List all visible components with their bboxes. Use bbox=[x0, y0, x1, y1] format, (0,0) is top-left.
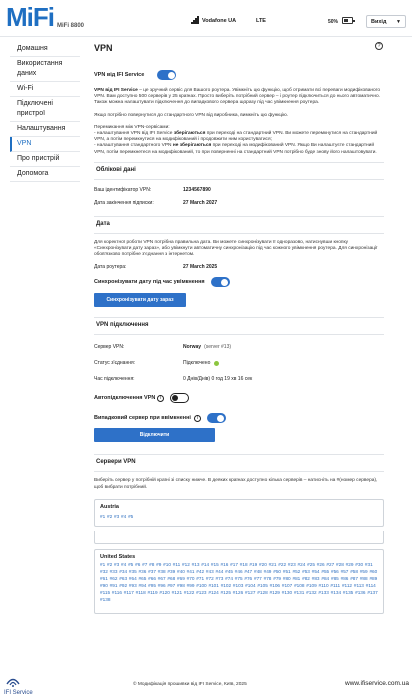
switching-a-1: - налаштування VPN від IFI Service bbox=[94, 131, 174, 137]
vpn-id-label: Ваш ідентифікатор VPN: bbox=[94, 187, 152, 194]
vpn-toggle-label: VPN від IFI Service bbox=[94, 72, 145, 78]
server-links[interactable]: #1 #2 #3 #4 #5 #6 #7 #8 #9 #10 #11 #12 #… bbox=[100, 561, 378, 603]
country-card-collapsed[interactable] bbox=[94, 530, 384, 544]
sync-date-button[interactable]: Синхронізувати дату зараз bbox=[94, 293, 186, 308]
revert-paragraph: Якщо потрібно повернутися до стандартног… bbox=[94, 112, 289, 118]
country-card-austria: Austria #1 #2 #3 #4 #5 bbox=[94, 498, 384, 527]
footer-brand: IFI Service bbox=[4, 690, 33, 696]
status-value: Підключено bbox=[183, 360, 211, 367]
expiry-value: 27 March 2027 bbox=[183, 200, 218, 207]
logout-select[interactable]: Вихід ▼ bbox=[366, 15, 406, 28]
vpn-id-value: 1234567890 bbox=[183, 187, 211, 194]
switching-b-1: - налаштування стандартного VPN bbox=[94, 143, 173, 149]
sidebar-item-settings[interactable]: Налаштування bbox=[10, 122, 80, 137]
status-label: Статус з'єднання: bbox=[94, 360, 136, 367]
network-type: LTE bbox=[256, 18, 266, 24]
expiry-row: Дата закінчення підписки: 27 March 2027 bbox=[94, 197, 384, 210]
server-links[interactable]: #1 #2 #3 #4 #5 bbox=[100, 513, 378, 520]
connection-section-title: VPN підключення bbox=[94, 318, 384, 336]
info-icon[interactable]: i bbox=[193, 414, 201, 422]
status-row: Статус з'єднання: Підключено bbox=[94, 355, 384, 371]
battery-icon bbox=[342, 17, 355, 24]
random-server-toggle[interactable] bbox=[206, 413, 226, 424]
router-date-value: 27 March 2025 bbox=[183, 263, 218, 270]
expiry-label: Дата закінчення підписки: bbox=[94, 200, 154, 207]
sync-toggle-row: Синхронізувати дату під час увімкнення bbox=[94, 277, 384, 288]
vpn-toggle[interactable] bbox=[157, 70, 177, 80]
country-card-united-states: United States #1 #2 #3 #4 #5 #6 #7 #8 #9… bbox=[94, 548, 384, 614]
logout-label: Вихід bbox=[371, 19, 387, 25]
intro-paragraph: VPN від IFI Service – це зручний сервіс … bbox=[94, 88, 384, 107]
servers-section-title: Сервери VPN bbox=[94, 455, 384, 473]
sync-date-toggle[interactable] bbox=[210, 277, 230, 288]
date-section-title: Дата bbox=[94, 217, 384, 234]
switching-b-bold: не зберігаються bbox=[172, 143, 212, 149]
auto-connect-row: Автопідключення VPN i bbox=[94, 393, 384, 404]
mifi-logo: MiFi bbox=[6, 2, 55, 32]
footer-link[interactable]: www.ifiservice.com.ua bbox=[345, 680, 409, 687]
sidebar-item-home[interactable]: Домашня bbox=[10, 42, 80, 57]
footer: IFI Service © Модифікація прошивки від I… bbox=[0, 668, 412, 699]
date-description: Для коректної роботи VPN потрібна правил… bbox=[94, 239, 378, 258]
chevron-down-icon: ▼ bbox=[396, 19, 401, 25]
auto-connect-toggle[interactable] bbox=[170, 393, 190, 404]
info-icon[interactable]: i bbox=[157, 394, 165, 402]
page-title: VPN bbox=[94, 43, 113, 53]
intro-bold: VPN від IFI Service bbox=[94, 88, 138, 93]
random-server-label: Випадковий сервер при ввімкненні bbox=[94, 415, 191, 422]
disconnect-button[interactable]: Відключити bbox=[94, 428, 215, 443]
footer-copyright: © Модифікація прошивки від IFI Service, … bbox=[133, 682, 247, 687]
sidebar-item-connected-devices[interactable]: Підключені пристрої bbox=[10, 97, 80, 122]
country-name: Austria bbox=[100, 503, 119, 510]
router-date-row: Дата роутера: 27 March 2025 bbox=[94, 260, 384, 273]
switching-a: - налаштування VPN від IFI Service збері… bbox=[94, 131, 384, 143]
main-content: VPN VPN від IFI Service VPN від IFI Serv… bbox=[94, 42, 384, 614]
switching-a-bold: зберігаються bbox=[173, 131, 206, 137]
battery-level bbox=[344, 19, 348, 22]
router-date-label: Дата роутера: bbox=[94, 263, 127, 270]
server-value: Norway bbox=[183, 344, 202, 351]
header: MiFi MiFi 8800 Vodafone UA LTE 50% Вихід… bbox=[0, 0, 412, 37]
account-section-title: Облікові дані bbox=[94, 163, 384, 180]
switching-b: - налаштування стандартного VPN не збері… bbox=[94, 143, 384, 155]
battery-percent: 50% bbox=[328, 19, 339, 25]
country-name: United States bbox=[100, 553, 136, 560]
time-row: Час підключення: 0 Днів/Днів) 0 год 19 х… bbox=[94, 371, 384, 387]
servers-description: Виберіть сервер у потрібній країні зі сп… bbox=[94, 478, 378, 490]
vpn-toggle-row: VPN від IFI Service bbox=[94, 70, 384, 80]
auto-connect-label: Автопідключення VPN bbox=[94, 395, 156, 402]
time-value: 0 Днів/Днів) 0 год 19 хв 16 сек bbox=[183, 376, 253, 383]
ifi-logo-icon bbox=[6, 678, 20, 687]
server-label: Сервер VPN: bbox=[94, 344, 125, 351]
server-number: (server #13) bbox=[204, 344, 232, 351]
server-row: Сервер VPN: Norway (server #13) bbox=[94, 339, 384, 355]
operator-name: Vodafone UA bbox=[202, 18, 237, 24]
sidebar: Домашня Використання даних Wi-Fi Підключ… bbox=[10, 42, 80, 182]
status-indicator-icon bbox=[214, 360, 220, 366]
sidebar-item-help[interactable]: Допомога bbox=[10, 167, 80, 182]
sidebar-item-vpn[interactable]: VPN bbox=[10, 137, 80, 152]
sidebar-item-about[interactable]: Про пристрій bbox=[10, 152, 80, 167]
random-server-row: Випадковий сервер при ввімкненні i bbox=[94, 413, 384, 424]
intro-text: – це зручний сервіс для Вашого роутера. … bbox=[94, 88, 381, 106]
sidebar-item-wifi[interactable]: Wi-Fi bbox=[10, 82, 80, 97]
vpn-id-row: Ваш ідентифікатор VPN: 1234567890 bbox=[94, 184, 384, 197]
signal-icon bbox=[191, 16, 199, 24]
time-label: Час підключення: bbox=[94, 376, 135, 383]
device-model: MiFi 8800 bbox=[57, 23, 85, 29]
sync-toggle-label: Синхронізувати дату під час увімкнення bbox=[94, 279, 205, 286]
sidebar-item-data-usage[interactable]: Використання даних bbox=[10, 57, 80, 82]
